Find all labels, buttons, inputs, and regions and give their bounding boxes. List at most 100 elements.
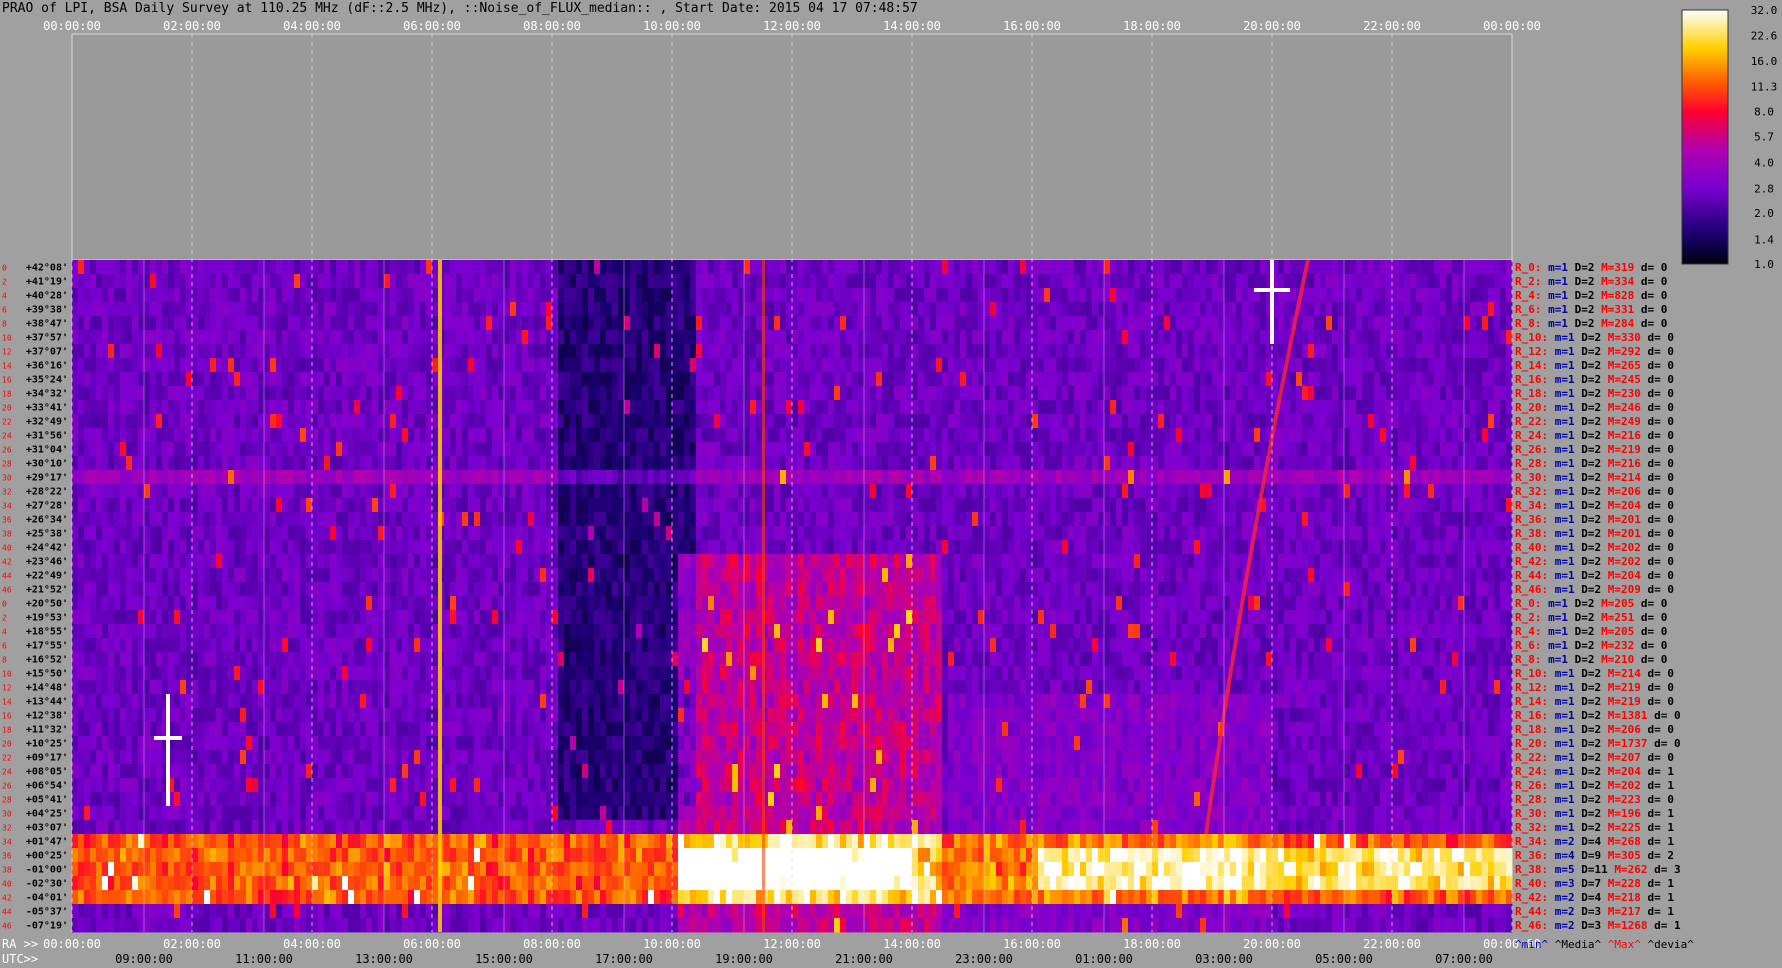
heatmap-cell	[1080, 386, 1087, 401]
heatmap-cell	[480, 414, 487, 429]
heatmap-cell	[954, 316, 961, 331]
heatmap-cell	[138, 428, 145, 443]
heatmap-cell	[750, 274, 757, 289]
heatmap-cell	[858, 274, 865, 289]
heatmap-cell	[1482, 358, 1489, 373]
heatmap-cell	[240, 512, 247, 527]
heatmap-cell	[1278, 414, 1285, 429]
heatmap-cell	[462, 442, 469, 457]
heatmap-cell	[1020, 470, 1027, 485]
heatmap-cell	[1062, 302, 1069, 317]
heatmap-cell	[552, 316, 559, 331]
heatmap-cell	[144, 498, 151, 513]
heatmap-cell	[852, 512, 859, 527]
heatmap-cell	[114, 386, 121, 401]
heatmap-cell	[1098, 526, 1105, 541]
heatmap-cell	[1092, 526, 1099, 541]
heatmap-cell	[276, 260, 283, 275]
heatmap-cell	[576, 512, 583, 527]
heatmap-cell	[504, 400, 511, 415]
heatmap-cell	[696, 540, 703, 555]
heatmap-cell	[1134, 428, 1141, 443]
heatmap-cell	[642, 470, 649, 485]
heatmap-cell	[252, 428, 259, 443]
heatmap-cell	[1410, 484, 1417, 499]
heatmap-cell	[1398, 274, 1405, 289]
heatmap-cell	[1470, 512, 1477, 527]
heatmap-cell	[174, 512, 181, 527]
heatmap-cell	[168, 512, 175, 527]
heatmap-cell	[378, 442, 385, 457]
heatmap-cell	[1314, 484, 1321, 499]
heatmap-cell	[1230, 498, 1237, 513]
heatmap-cell	[492, 428, 499, 443]
heatmap-cell	[1236, 330, 1243, 345]
heatmap-cell	[1236, 498, 1243, 513]
heatmap-cell	[504, 274, 511, 289]
heatmap-cell	[570, 442, 577, 457]
heatmap-cell	[1176, 540, 1183, 555]
heatmap-cell	[96, 288, 103, 303]
heatmap-cell	[570, 330, 577, 345]
heatmap-cell	[1230, 428, 1237, 443]
heatmap-cell	[1056, 484, 1063, 499]
heatmap-cell	[1038, 484, 1045, 499]
heatmap-cell	[522, 442, 529, 457]
heatmap-cell	[210, 316, 217, 331]
heatmap-cell	[600, 274, 607, 289]
heatmap-cell	[1374, 414, 1381, 429]
heatmap-cell	[882, 512, 889, 527]
heatmap-cell	[894, 526, 901, 541]
heatmap-cell	[912, 414, 919, 429]
heatmap-cell	[552, 456, 559, 471]
heatmap-cell	[342, 442, 349, 457]
heatmap-cell	[540, 498, 547, 513]
heatmap-cell	[726, 316, 733, 331]
heatmap-cell	[726, 274, 733, 289]
heatmap-cell	[336, 470, 343, 485]
heatmap-cell	[498, 512, 505, 527]
heatmap-cell	[864, 414, 871, 429]
heatmap-cell	[696, 526, 703, 541]
heatmap-cell	[1068, 372, 1075, 387]
heatmap-cell	[378, 330, 385, 345]
heatmap-cell	[636, 512, 643, 527]
heatmap-cell	[480, 456, 487, 471]
heatmap-cell	[606, 372, 613, 387]
heatmap-cell	[624, 498, 631, 513]
heatmap-cell	[210, 414, 217, 429]
heatmap-cell	[78, 274, 85, 289]
heatmap-cell	[588, 470, 595, 485]
heatmap-cell	[972, 484, 979, 499]
heatmap-cell	[1086, 316, 1093, 331]
heatmap-cell	[1470, 456, 1477, 471]
heatmap-cell	[348, 260, 355, 275]
heatmap-cell	[444, 260, 451, 275]
heatmap-cell	[1272, 386, 1279, 401]
heatmap-cell	[486, 302, 493, 317]
heatmap-cell	[372, 456, 379, 471]
heatmap-cell	[414, 274, 421, 289]
heatmap-cell	[930, 274, 937, 289]
heatmap-cell	[1050, 540, 1057, 555]
heatmap-cell	[78, 428, 85, 443]
heatmap-cell	[558, 372, 565, 387]
heatmap-cell	[204, 274, 211, 289]
heatmap-cell	[1146, 512, 1153, 527]
heatmap-cell	[330, 274, 337, 289]
heatmap-cell	[1494, 400, 1501, 415]
heatmap-cell	[1176, 274, 1183, 289]
heatmap-cell	[300, 428, 307, 443]
heatmap-cell	[780, 372, 787, 387]
heatmap-cell	[1500, 302, 1507, 317]
heatmap-cell	[1356, 302, 1363, 317]
heatmap-cell	[1032, 442, 1039, 457]
heatmap-cell	[816, 428, 823, 443]
heatmap-cell	[390, 386, 397, 401]
heatmap-cell	[1044, 344, 1051, 359]
heatmap-cell	[558, 302, 565, 317]
heatmap-cell	[1230, 358, 1237, 373]
heatmap-cell	[354, 288, 361, 303]
heatmap-cell	[1368, 358, 1375, 373]
heatmap-cell	[894, 484, 901, 499]
